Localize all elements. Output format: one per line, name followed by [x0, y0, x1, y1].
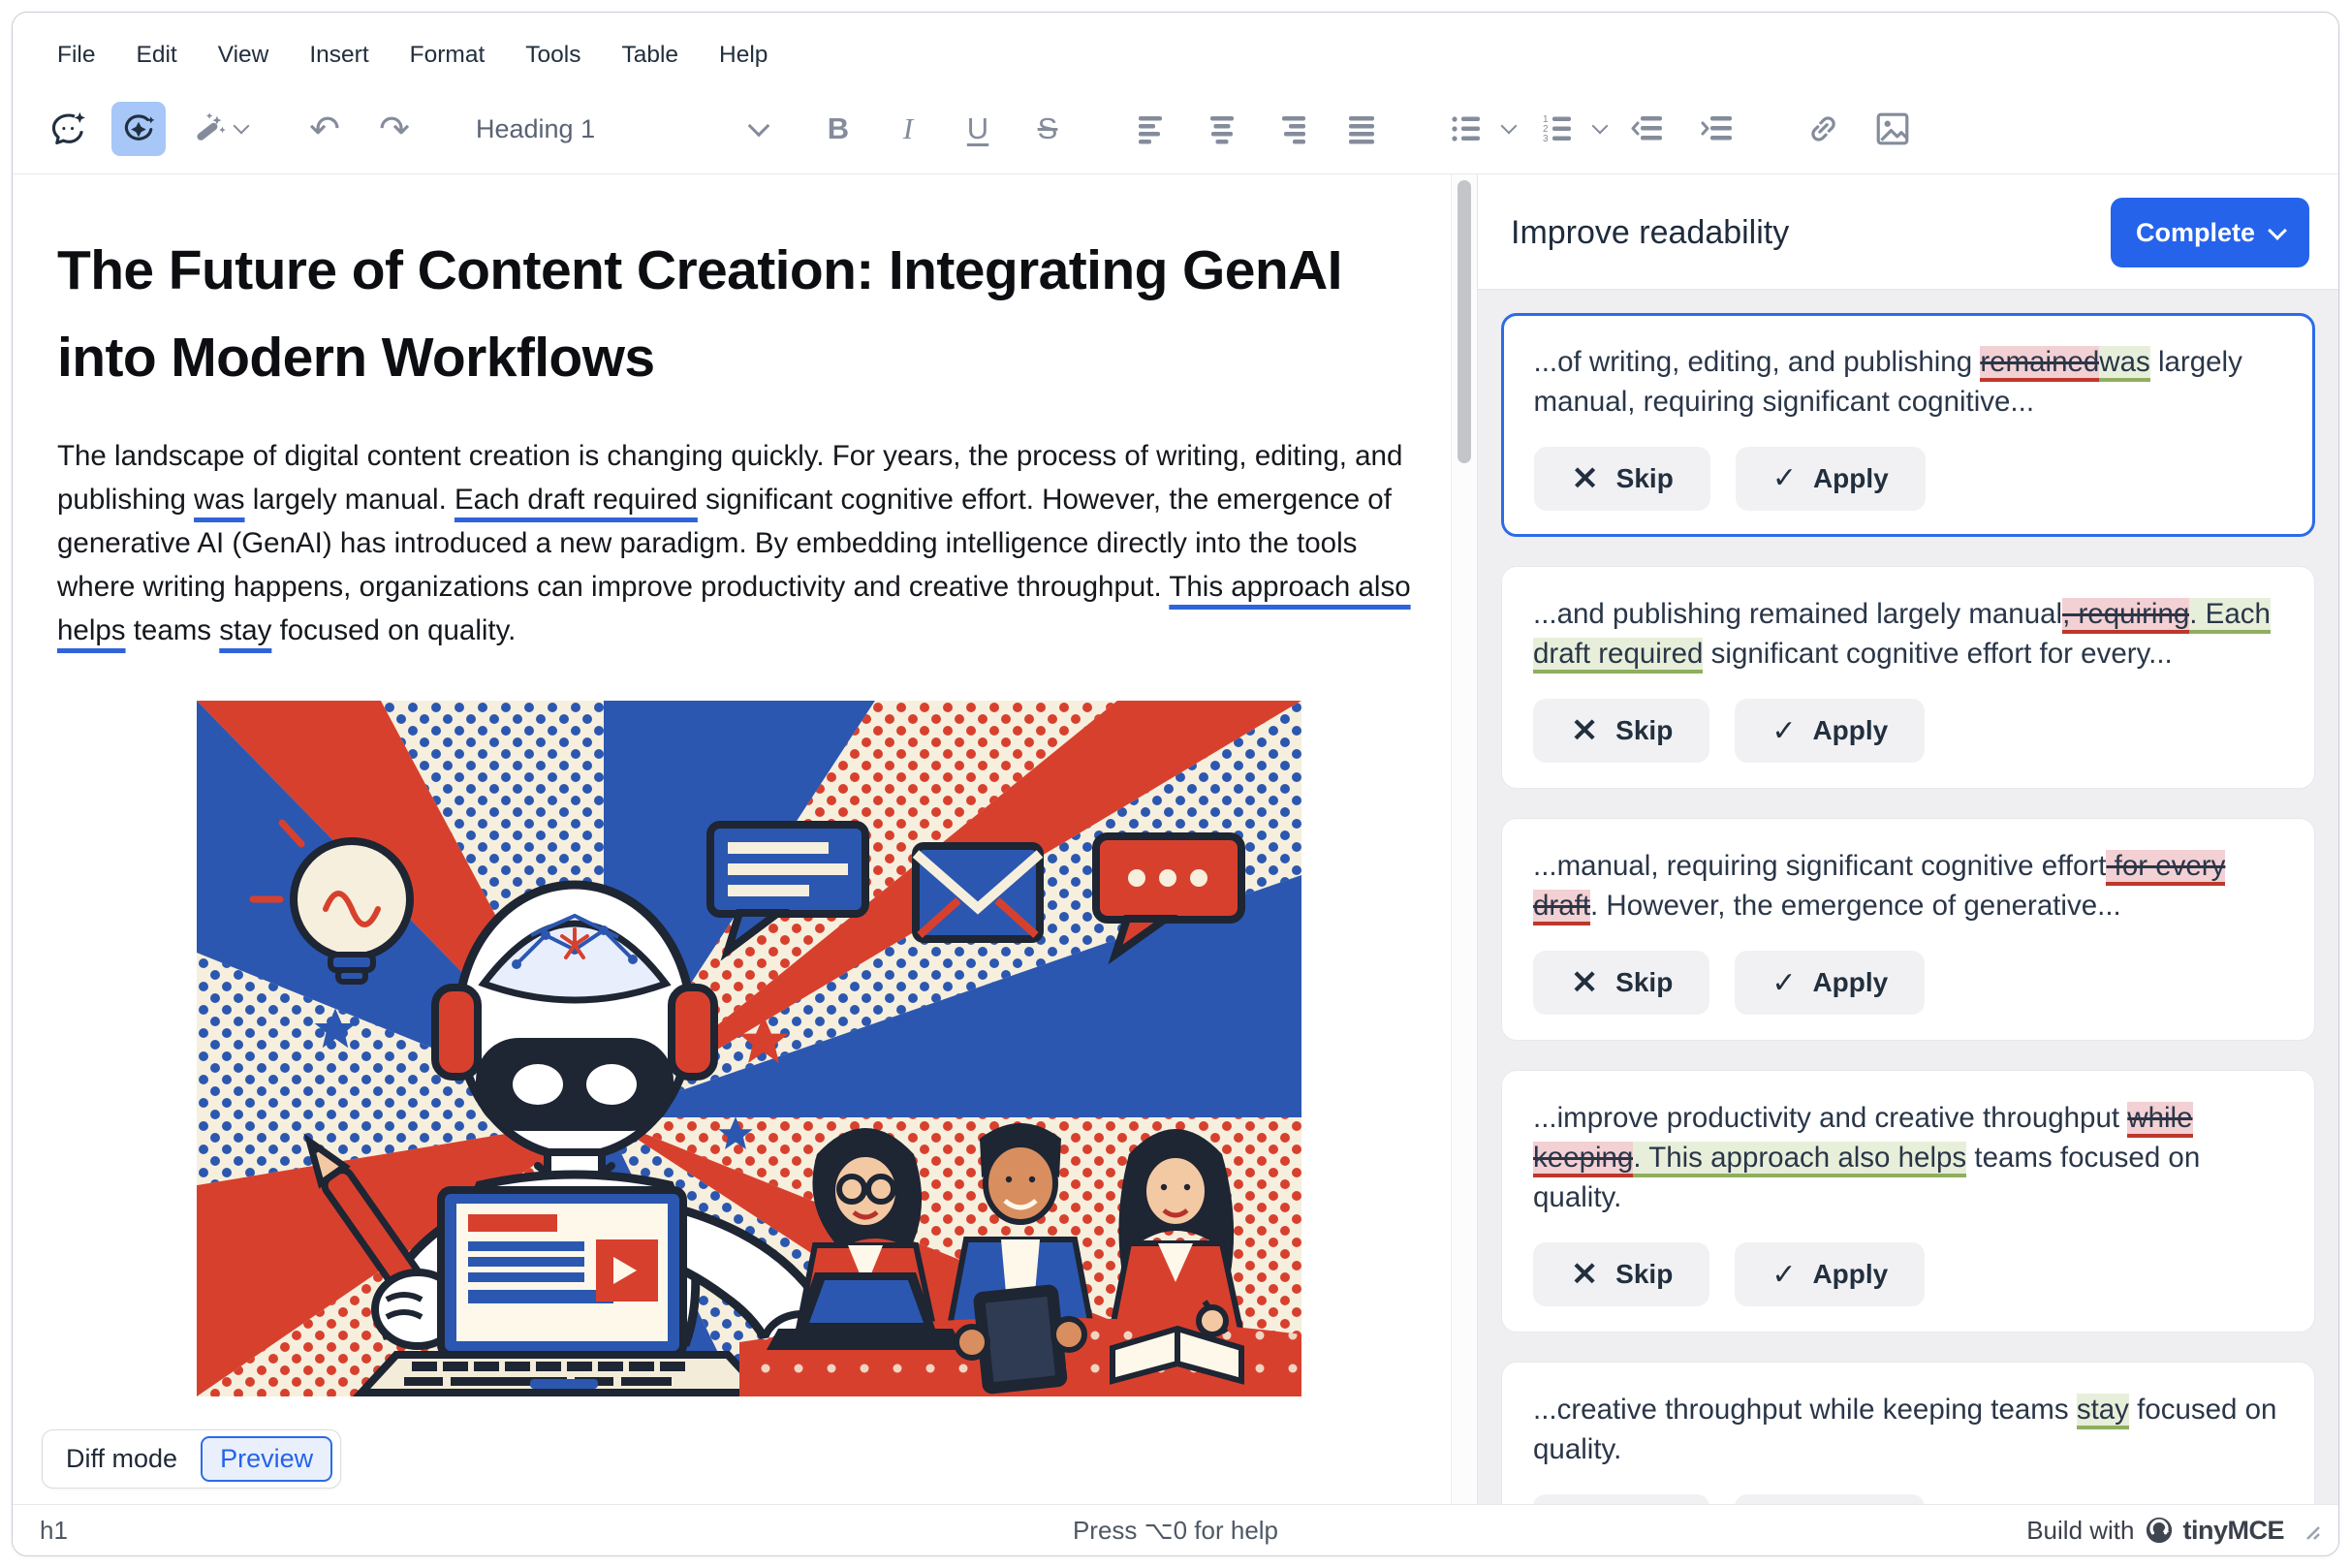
menu-insert[interactable]: Insert — [309, 42, 368, 69]
toolbar: ↶ ↷ Heading 1 B I U S — [13, 84, 2338, 174]
check-icon: ✓ — [1771, 1258, 1796, 1292]
suggestion-card[interactable]: ...and publishing remained largely manua… — [1501, 566, 2315, 789]
editor-scrollbar[interactable] — [1451, 174, 1477, 1504]
document[interactable]: The Future of Content Creation: Integrat… — [13, 174, 1451, 1396]
ai-review-icon[interactable] — [111, 102, 166, 156]
editor-window: File Edit View Insert Format Tools Table… — [12, 12, 2339, 1556]
panel-header: Improve readability Complete — [1478, 174, 2338, 289]
svg-text:3: 3 — [1543, 134, 1549, 144]
image-icon[interactable] — [1865, 102, 1920, 156]
x-icon: × — [1571, 457, 1600, 497]
menu-tools[interactable]: Tools — [525, 42, 580, 69]
skip-button[interactable]: × Skip — [1534, 447, 1710, 511]
improve-readability-panel: Improve readability Complete ...of writi… — [1477, 174, 2338, 1504]
check-icon: ✓ — [1771, 966, 1796, 1000]
check-icon: ✓ — [1772, 461, 1797, 495]
suggestion-actions: × Skip ✓ Apply — [1533, 1494, 2283, 1504]
skip-button[interactable]: × Skip — [1533, 1494, 1709, 1504]
brand-prefix: Build with — [2026, 1516, 2134, 1546]
align-left-icon[interactable] — [1125, 102, 1179, 156]
skip-button[interactable]: × Skip — [1533, 951, 1709, 1015]
menu-table[interactable]: Table — [621, 42, 678, 69]
document-illustration-image[interactable] — [197, 701, 1301, 1396]
chevron-down-icon — [1501, 118, 1518, 135]
chevron-down-icon — [2268, 221, 2287, 240]
apply-button[interactable]: ✓ Apply — [1735, 1242, 1925, 1306]
heading-style-select[interactable]: Heading 1 — [476, 114, 767, 144]
redo-icon[interactable]: ↷ — [367, 102, 422, 156]
skip-button[interactable]: × Skip — [1533, 699, 1709, 763]
menu-edit[interactable]: Edit — [136, 42, 176, 69]
suggestion-card[interactable]: ...of writing, editing, and publishing r… — [1501, 313, 2315, 537]
strikethrough-button[interactable]: S — [1020, 102, 1075, 156]
x-icon: × — [1570, 709, 1599, 749]
suggestion-list: ...of writing, editing, and publishing r… — [1478, 289, 2338, 1504]
check-icon: ✓ — [1771, 714, 1796, 748]
undo-icon[interactable]: ↶ — [298, 102, 352, 156]
preview-button[interactable]: Preview — [201, 1436, 332, 1482]
brand-name[interactable]: tinyMCE — [2183, 1516, 2285, 1546]
menu-file[interactable]: File — [57, 42, 95, 69]
outdent-icon[interactable] — [1621, 102, 1676, 156]
skip-button[interactable]: × Skip — [1533, 1242, 1709, 1306]
suggestion-actions: × Skip ✓ Apply — [1533, 1242, 2283, 1306]
link-icon[interactable] — [1796, 102, 1850, 156]
suggestion-actions: × Skip ✓ Apply — [1533, 951, 2283, 1015]
suggestion-text: ...of writing, editing, and publishing r… — [1534, 342, 2283, 422]
suggestion-card[interactable]: ...creative throughput while keeping tea… — [1501, 1362, 2315, 1504]
ai-assistant-icon[interactable] — [42, 102, 96, 156]
indent-icon[interactable] — [1691, 102, 1745, 156]
document-title[interactable]: The Future of Content Creation: Integrat… — [57, 227, 1412, 401]
bullet-list-icon — [1439, 102, 1493, 156]
menu-help[interactable]: Help — [719, 42, 768, 69]
help-shortcut-text: Press ⌥0 for help — [13, 1516, 2338, 1546]
x-icon: × — [1570, 961, 1599, 1001]
main-area: The Future of Content Creation: Integrat… — [13, 174, 2338, 1504]
magic-wand-chevron-icon[interactable] — [234, 118, 250, 135]
underline-button[interactable]: U — [951, 102, 1005, 156]
italic-button[interactable]: I — [881, 102, 935, 156]
editor-scrollbar-thumb[interactable] — [1458, 180, 1471, 463]
menu-view[interactable]: View — [218, 42, 269, 69]
view-mode-toggle: Diff mode Preview — [42, 1429, 341, 1489]
align-justify-icon[interactable] — [1334, 102, 1389, 156]
suggestion-text: ...improve productivity and creative thr… — [1533, 1098, 2283, 1217]
suggestion-text: ...and publishing remained largely manua… — [1533, 594, 2283, 674]
panel-title: Improve readability — [1511, 214, 1789, 252]
apply-button[interactable]: ✓ Apply — [1735, 951, 1925, 1015]
editor-content-area[interactable]: The Future of Content Creation: Integrat… — [13, 174, 1451, 1504]
complete-button[interactable]: Complete — [2111, 198, 2309, 267]
resize-grip-icon[interactable] — [2300, 1520, 2321, 1541]
apply-button[interactable]: ✓ Apply — [1735, 699, 1925, 763]
chevron-down-icon — [748, 115, 770, 138]
magic-wand-icon[interactable] — [181, 102, 235, 156]
bold-button[interactable]: B — [811, 102, 865, 156]
body-paragraph[interactable]: The landscape of digital content creatio… — [57, 434, 1412, 652]
statusbar: h1 Press ⌥0 for help Build with tinyMCE — [13, 1504, 2338, 1555]
align-center-icon[interactable] — [1195, 102, 1249, 156]
x-icon: × — [1570, 1253, 1599, 1293]
menu-format[interactable]: Format — [410, 42, 486, 69]
suggestion-text: ...creative throughput while keeping tea… — [1533, 1390, 2283, 1469]
suggestion-actions: × Skip ✓ Apply — [1533, 699, 2283, 763]
align-right-icon[interactable] — [1265, 102, 1319, 156]
numbered-list-button[interactable]: 1 2 3 — [1530, 102, 1606, 156]
numbered-list-icon: 1 2 3 — [1530, 102, 1584, 156]
tinymce-logo-icon — [2145, 1516, 2174, 1545]
complete-button-label: Complete — [2136, 218, 2255, 248]
apply-button[interactable]: ✓ Apply — [1736, 447, 1926, 511]
suggestion-actions: × Skip ✓ Apply — [1534, 447, 2283, 511]
bullet-list-button[interactable] — [1439, 102, 1515, 156]
suggestion-card[interactable]: ...improve productivity and creative thr… — [1501, 1070, 2315, 1333]
suggestion-text: ...manual, requiring significant cogniti… — [1533, 846, 2283, 925]
diff-mode-button[interactable]: Diff mode — [50, 1437, 193, 1481]
chevron-down-icon — [1592, 118, 1609, 135]
menubar: File Edit View Insert Format Tools Table… — [13, 13, 2338, 84]
suggestion-card[interactable]: ...manual, requiring significant cogniti… — [1501, 818, 2315, 1041]
heading-style-label: Heading 1 — [476, 114, 595, 144]
apply-button[interactable]: ✓ Apply — [1735, 1494, 1925, 1504]
